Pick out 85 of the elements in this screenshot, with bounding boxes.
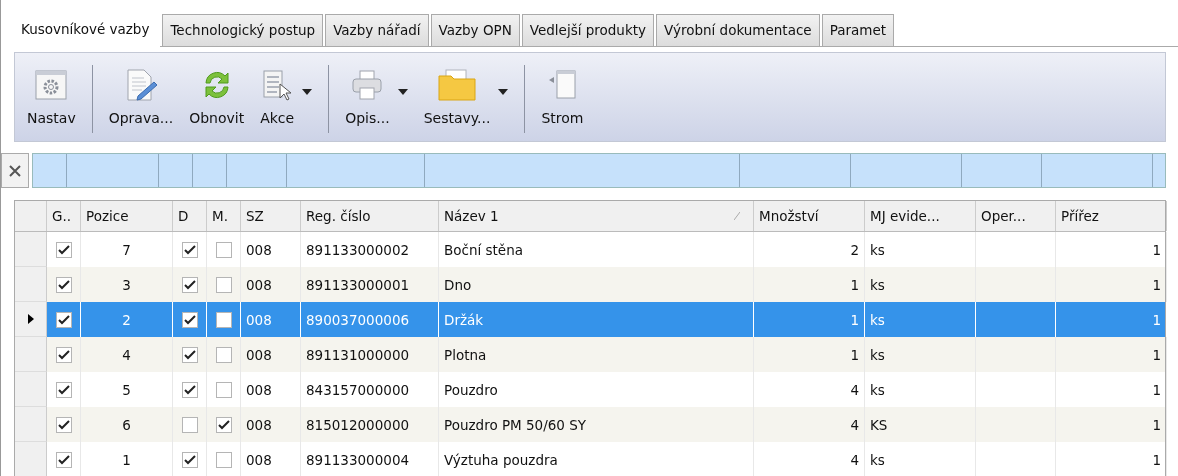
clear-filter-button[interactable] xyxy=(1,153,29,188)
table-cell: 4 xyxy=(754,442,865,476)
table-row[interactable]: 4 008 891131000000 Plotna 1 ks 1 xyxy=(15,337,1165,372)
column-header[interactable]: MJ evide... xyxy=(865,201,976,231)
toolbar-button[interactable]: Nastav xyxy=(19,53,84,141)
column-header[interactable]: D xyxy=(173,201,207,231)
table-cell: Výztuha pouzdra xyxy=(439,442,754,476)
checkbox[interactable] xyxy=(55,311,72,328)
caret-icon xyxy=(498,89,509,95)
row-header xyxy=(15,372,47,407)
checkbox[interactable] xyxy=(215,311,232,328)
tab[interactable]: Vedlejší produkty xyxy=(521,14,655,46)
column-header[interactable]: Oper... xyxy=(976,201,1056,231)
table-cell: ks xyxy=(865,442,976,476)
tab[interactable]: Paramet xyxy=(821,14,895,46)
column-header[interactable]: Přířez xyxy=(1056,201,1167,231)
checkbox[interactable] xyxy=(55,416,72,433)
table-cell: Pouzdro PM 50/60 SY xyxy=(439,407,754,442)
folder-icon xyxy=(437,68,478,102)
caret-icon xyxy=(397,89,408,95)
toolbar-button[interactable]: Akce xyxy=(252,53,321,141)
checkbox[interactable] xyxy=(181,381,198,398)
tab[interactable]: Vazby OPN xyxy=(430,14,520,46)
table-cell: 008 xyxy=(241,407,301,442)
row-header xyxy=(15,442,47,476)
table-cell: 891131000000 xyxy=(301,337,439,372)
toolbar-button[interactable]: Strom xyxy=(533,53,592,141)
toolbar-button[interactable]: Opis... xyxy=(337,53,416,141)
table-cell: 6 xyxy=(81,407,173,442)
table-cell: 4 xyxy=(81,337,173,372)
table-row[interactable]: 6 008 815012000000 Pouzdro PM 50/60 SY 4 KS 1 xyxy=(15,407,1165,442)
table-cell: 1 xyxy=(754,337,865,372)
sort-icon xyxy=(734,212,740,220)
column-header[interactable]: SZ xyxy=(241,201,301,231)
checkbox[interactable] xyxy=(181,346,198,363)
table-cell: 815012000000 xyxy=(301,407,439,442)
checkbox[interactable] xyxy=(181,311,198,328)
column-header[interactable]: Reg. číslo xyxy=(301,201,439,231)
checkbox[interactable] xyxy=(55,241,72,258)
row-header xyxy=(15,337,47,372)
column-header[interactable]: Název 1 xyxy=(439,201,754,231)
table-cell: 4 xyxy=(754,407,865,442)
toolbar-button[interactable]: Obnovit xyxy=(181,53,253,141)
table-cell: 1 xyxy=(1056,442,1167,476)
close-icon xyxy=(9,164,21,177)
checkbox[interactable] xyxy=(215,381,232,398)
checkbox[interactable] xyxy=(55,381,72,398)
table-cell: ks xyxy=(865,337,976,372)
column-header[interactable]: G.. xyxy=(47,201,81,231)
current-row-icon xyxy=(27,314,34,324)
table-cell: 008 xyxy=(241,442,301,476)
checkbox[interactable] xyxy=(215,451,232,468)
toolbar-button[interactable]: Oprava... xyxy=(100,53,182,141)
checkbox[interactable] xyxy=(215,346,232,363)
checkbox[interactable] xyxy=(55,276,72,293)
table-cell: Plotna xyxy=(439,337,754,372)
row-header xyxy=(15,267,47,302)
table-cell: 1 xyxy=(81,442,173,476)
table-row[interactable]: 3 008 891133000001 Dno 1 ks 1 xyxy=(15,267,1165,302)
printer-icon xyxy=(350,68,385,102)
checkbox[interactable] xyxy=(55,451,72,468)
table-cell: 1 xyxy=(1056,337,1167,372)
table-cell: 008 xyxy=(241,337,301,372)
checkbox[interactable] xyxy=(181,276,198,293)
row-header xyxy=(15,407,47,442)
checkbox[interactable] xyxy=(181,241,198,258)
checkbox[interactable] xyxy=(215,241,232,258)
table-row[interactable]: 1 008 891133000004 Výztuha pouzdra 4 ks 1 xyxy=(15,442,1165,476)
table-cell: 891133000004 xyxy=(301,442,439,476)
column-header[interactable]: Pozice xyxy=(81,201,173,231)
table-cell: 1 xyxy=(1056,407,1167,442)
column-header[interactable]: Množství xyxy=(754,201,865,231)
checkbox[interactable] xyxy=(181,416,198,433)
table-cell: KS xyxy=(865,407,976,442)
toolbar-button[interactable]: Sestavy... xyxy=(415,53,517,141)
gear-window-icon xyxy=(34,68,69,102)
tab[interactable]: Vazby nářadí xyxy=(325,14,429,46)
tab[interactable]: Technologický postup xyxy=(162,14,324,46)
column-header[interactable]: M. xyxy=(207,201,241,231)
checkbox[interactable] xyxy=(55,346,72,363)
tab[interactable]: Výrobní dokumentace xyxy=(656,14,820,46)
checkbox[interactable] xyxy=(215,276,232,293)
checkbox[interactable] xyxy=(215,416,232,433)
caret-icon xyxy=(302,89,313,95)
checkbox[interactable] xyxy=(181,451,198,468)
